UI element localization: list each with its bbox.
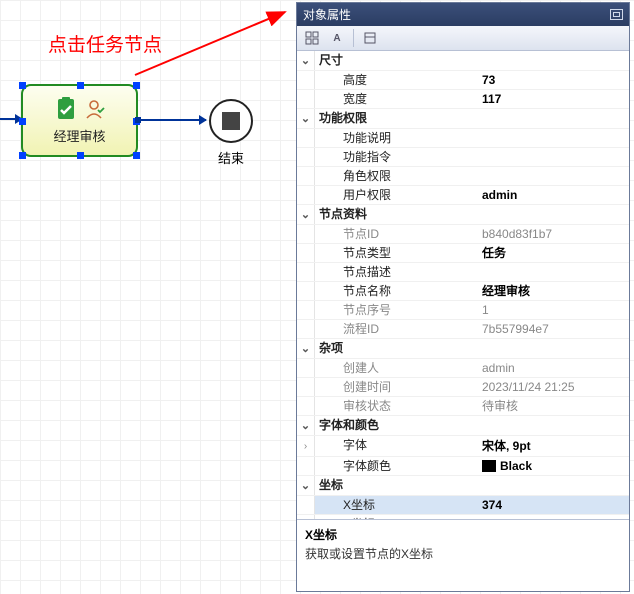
resize-handle[interactable] bbox=[77, 152, 84, 159]
property-row[interactable]: 用户权限admin bbox=[297, 186, 629, 205]
edge-outgoing[interactable] bbox=[138, 119, 206, 121]
resize-handle[interactable] bbox=[77, 82, 84, 89]
property-row[interactable]: 节点IDb840d83f1b7 bbox=[297, 225, 629, 244]
properties-panel: 对象属性 A 尺寸高度73宽度117功能权限功能说明功能指令角色权限用户权限ad… bbox=[296, 2, 630, 592]
user-check-icon bbox=[85, 98, 107, 120]
clipboard-check-icon bbox=[53, 96, 79, 122]
toolbar-separator bbox=[353, 29, 354, 47]
property-row[interactable]: 节点描述 bbox=[297, 263, 629, 282]
property-row[interactable]: ›字体宋体, 9pt bbox=[297, 436, 629, 457]
resize-handle[interactable] bbox=[19, 152, 26, 159]
panel-title-text: 对象属性 bbox=[303, 6, 351, 23]
task-node-icons bbox=[53, 96, 107, 122]
property-row[interactable]: 功能说明 bbox=[297, 129, 629, 148]
stop-icon bbox=[222, 112, 240, 130]
resize-handle[interactable] bbox=[133, 152, 140, 159]
property-row[interactable]: X坐标374 bbox=[297, 496, 629, 515]
property-row[interactable]: 节点名称经理审核 bbox=[297, 282, 629, 301]
property-row[interactable]: 审核状态待审核 bbox=[297, 397, 629, 416]
property-pages-button[interactable] bbox=[359, 28, 381, 48]
property-row[interactable]: 节点类型任务 bbox=[297, 244, 629, 263]
categorize-button[interactable] bbox=[301, 28, 323, 48]
property-group[interactable]: 杂项 bbox=[297, 339, 629, 359]
property-row[interactable]: 高度73 bbox=[297, 71, 629, 90]
property-row[interactable]: 节点序号1 bbox=[297, 301, 629, 320]
property-group[interactable]: 坐标 bbox=[297, 476, 629, 496]
property-grid[interactable]: 尺寸高度73宽度117功能权限功能说明功能指令角色权限用户权限admin节点资料… bbox=[297, 51, 629, 519]
property-row[interactable]: 功能指令 bbox=[297, 148, 629, 167]
property-row[interactable]: 创建时间2023/11/24 21:25 bbox=[297, 378, 629, 397]
restore-icon[interactable] bbox=[610, 9, 623, 20]
property-row[interactable]: 流程ID7b557994e7 bbox=[297, 320, 629, 339]
property-group[interactable]: 尺寸 bbox=[297, 51, 629, 71]
task-node[interactable]: 经理审核 bbox=[21, 84, 138, 157]
property-group[interactable]: 节点资料 bbox=[297, 205, 629, 225]
property-row[interactable]: 角色权限 bbox=[297, 167, 629, 186]
end-node[interactable] bbox=[209, 99, 253, 143]
property-group[interactable]: 功能权限 bbox=[297, 109, 629, 129]
resize-handle[interactable] bbox=[19, 82, 26, 89]
property-row[interactable]: 创建人admin bbox=[297, 359, 629, 378]
property-row[interactable]: 宽度117 bbox=[297, 90, 629, 109]
property-group[interactable]: 字体和颜色 bbox=[297, 416, 629, 436]
end-node-label: 结束 bbox=[218, 148, 244, 167]
sort-az-button[interactable]: A bbox=[326, 28, 348, 48]
resize-handle[interactable] bbox=[19, 118, 26, 125]
description-text: 获取或设置节点的X坐标 bbox=[305, 545, 621, 562]
panel-toolbar: A bbox=[297, 26, 629, 51]
annotation-text: 点击任务节点 bbox=[48, 30, 162, 57]
resize-handle[interactable] bbox=[133, 82, 140, 89]
panel-titlebar[interactable]: 对象属性 bbox=[297, 3, 629, 26]
description-pane: X坐标 获取或设置节点的X坐标 bbox=[297, 519, 629, 591]
property-row[interactable]: 字体颜色Black bbox=[297, 457, 629, 476]
task-node-label: 经理审核 bbox=[53, 126, 105, 145]
description-title: X坐标 bbox=[305, 526, 621, 543]
